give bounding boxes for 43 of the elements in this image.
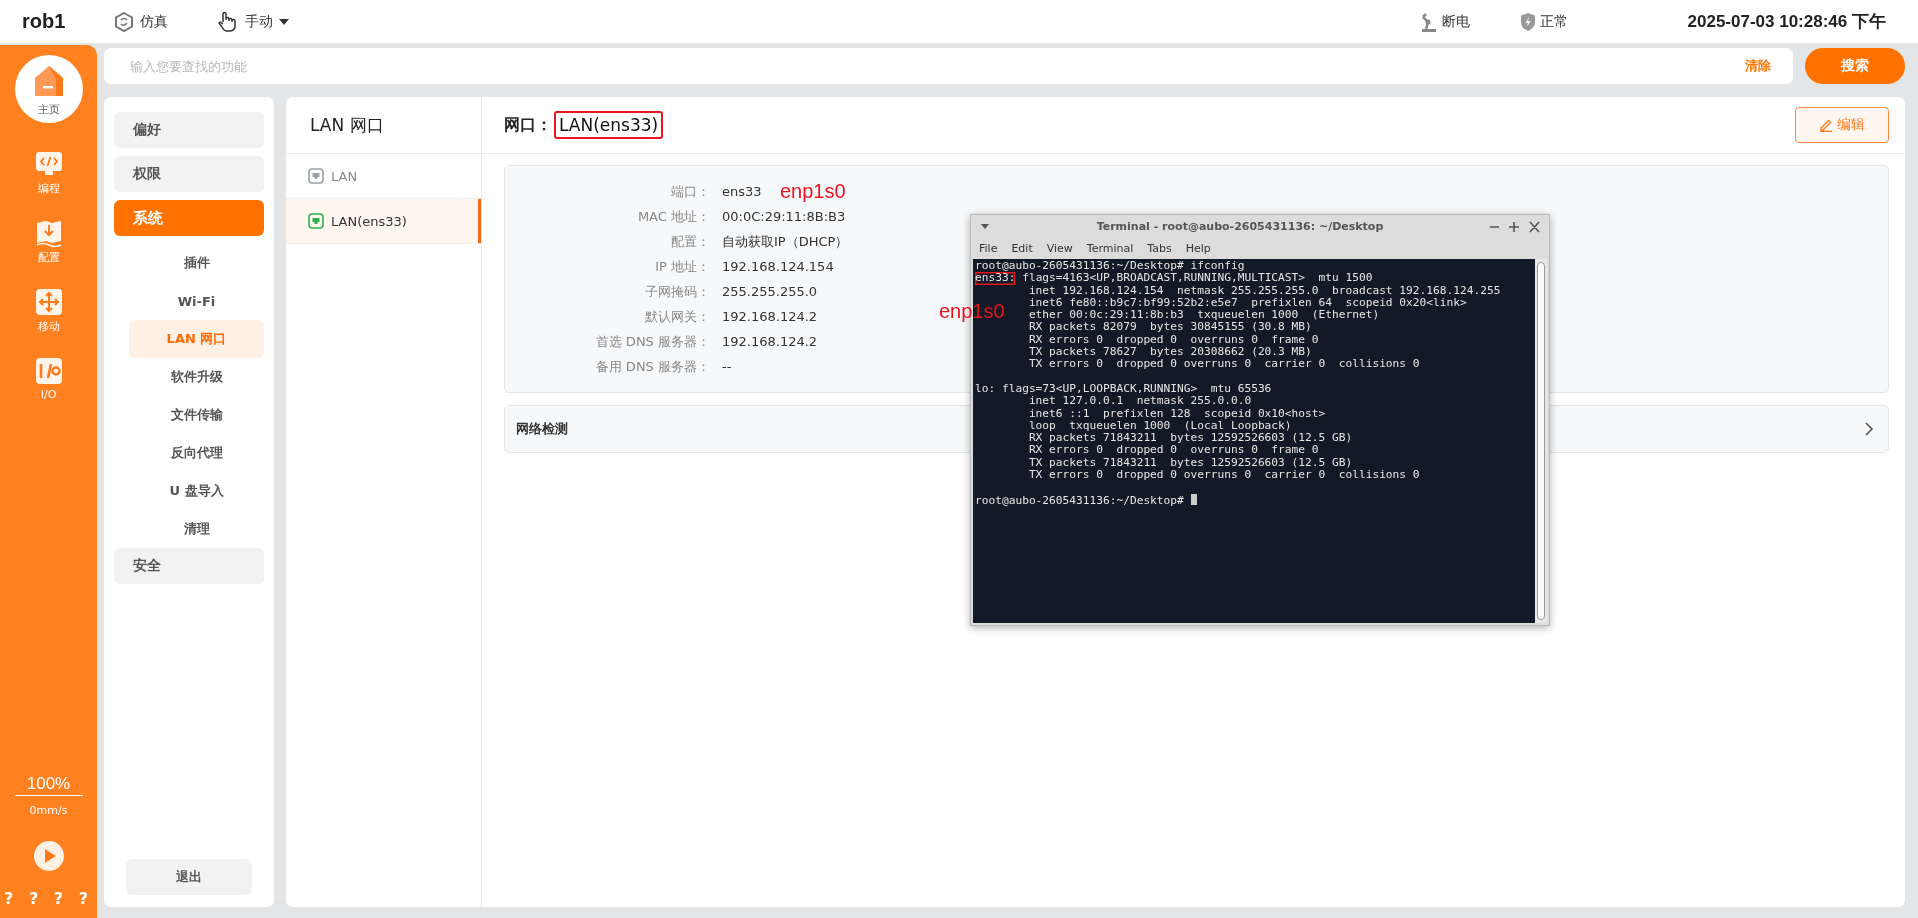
field-value: 192.168.124.154: [722, 259, 834, 274]
terminal-line: root@aubo-2605431136:~/Desktop#: [975, 493, 1533, 506]
terminal-line: loop txqueuelen 1000 (Local Loopback): [1027, 419, 1293, 433]
terminal-line: TX errors 0 dropped 0 overruns 0 carrier 0 collisions 0: [1027, 469, 1421, 482]
window-title: Terminal - root@aubo-2605431136: ~/Desktop: [1095, 220, 1385, 233]
terminal-line: lo: flags=73<UP,LOOPBACK,RUNNING> mtu 65536: [975, 382, 1273, 396]
field-label: 端口：: [670, 182, 710, 201]
terminal-line: TX packets 78627 bytes 20308662 (20.3 MB): [1027, 346, 1313, 359]
panel-title: LAN 网口: [310, 113, 384, 137]
status-marks: ? ? ? ?: [4, 889, 93, 908]
field-value: 00:0C:29:11:8B:B3: [722, 209, 846, 224]
field-value: 192.168.124.2: [722, 309, 818, 324]
terminal-line: RX errors 0 dropped 0 overruns 0 frame 0: [1027, 444, 1320, 457]
field-label: 配置：: [670, 232, 710, 251]
field-label: 首选 DNS 服务器：: [594, 332, 710, 351]
field-value: 192.168.124.2: [722, 334, 818, 349]
terminal-line: RX errors 0 dropped 0 overruns 0 frame 0: [1027, 333, 1320, 347]
field-label: 子网掩码：: [644, 282, 710, 301]
power-label: 断电: [1441, 12, 1470, 31]
terminal-line: root@aubo-2605431136:~/Desktop# ifconfig: [975, 260, 1246, 273]
terminal-line: inet 192.168.124.154 netmask 255.255.255.0 broadcast 192.168.124.255: [1027, 284, 1502, 297]
field-value: 255.255.255.0: [722, 284, 818, 299]
field-label: 备用 DNS 服务器：: [594, 357, 710, 376]
terminal-line: inet6 fe80::b9c7:bf99:52b2:e5e7 prefixlen 64 scopeid 0x20<link>: [1027, 296, 1468, 310]
field-value: --: [722, 359, 732, 374]
terminal-line: TX errors 0 dropped 0 overruns 0 carrier 0 collisions 0: [1027, 358, 1421, 371]
terminal-line: inet6 ::1 prefixlen 128 scopeid 0x10<host>: [1027, 407, 1327, 420]
annotation-label: enp1s0: [780, 180, 846, 202]
field-label: MAC 地址：: [636, 207, 710, 226]
port-label: 网口：: [504, 114, 552, 136]
field-value: 自动获取IP（DHCP）: [722, 232, 849, 251]
terminal-line: TX packets 71843211 bytes 12592526603 (12.5 GB): [1027, 456, 1354, 470]
terminal-line: inet 127.0.0.1 netmask 255.0.0.0: [1027, 395, 1253, 408]
terminal-line: RX packets 82079 bytes 30845155 (30.8 MB): [1027, 321, 1313, 334]
port-name: LAN(ens33): [554, 111, 664, 139]
app-title: rob1: [22, 10, 66, 33]
speed-reading: 0mm/s: [29, 804, 68, 817]
safety-label: 正常: [1539, 12, 1568, 31]
field-label: IP 地址：: [654, 257, 710, 276]
terminal-line: RX packets 71843211 bytes 12592526603 (12.5 GB): [1027, 432, 1354, 445]
field-label: 默认网关：: [644, 307, 710, 326]
datetime: 2025-07-03 10:28:46 下午: [1687, 11, 1886, 33]
field-value: ens33: [722, 184, 762, 199]
